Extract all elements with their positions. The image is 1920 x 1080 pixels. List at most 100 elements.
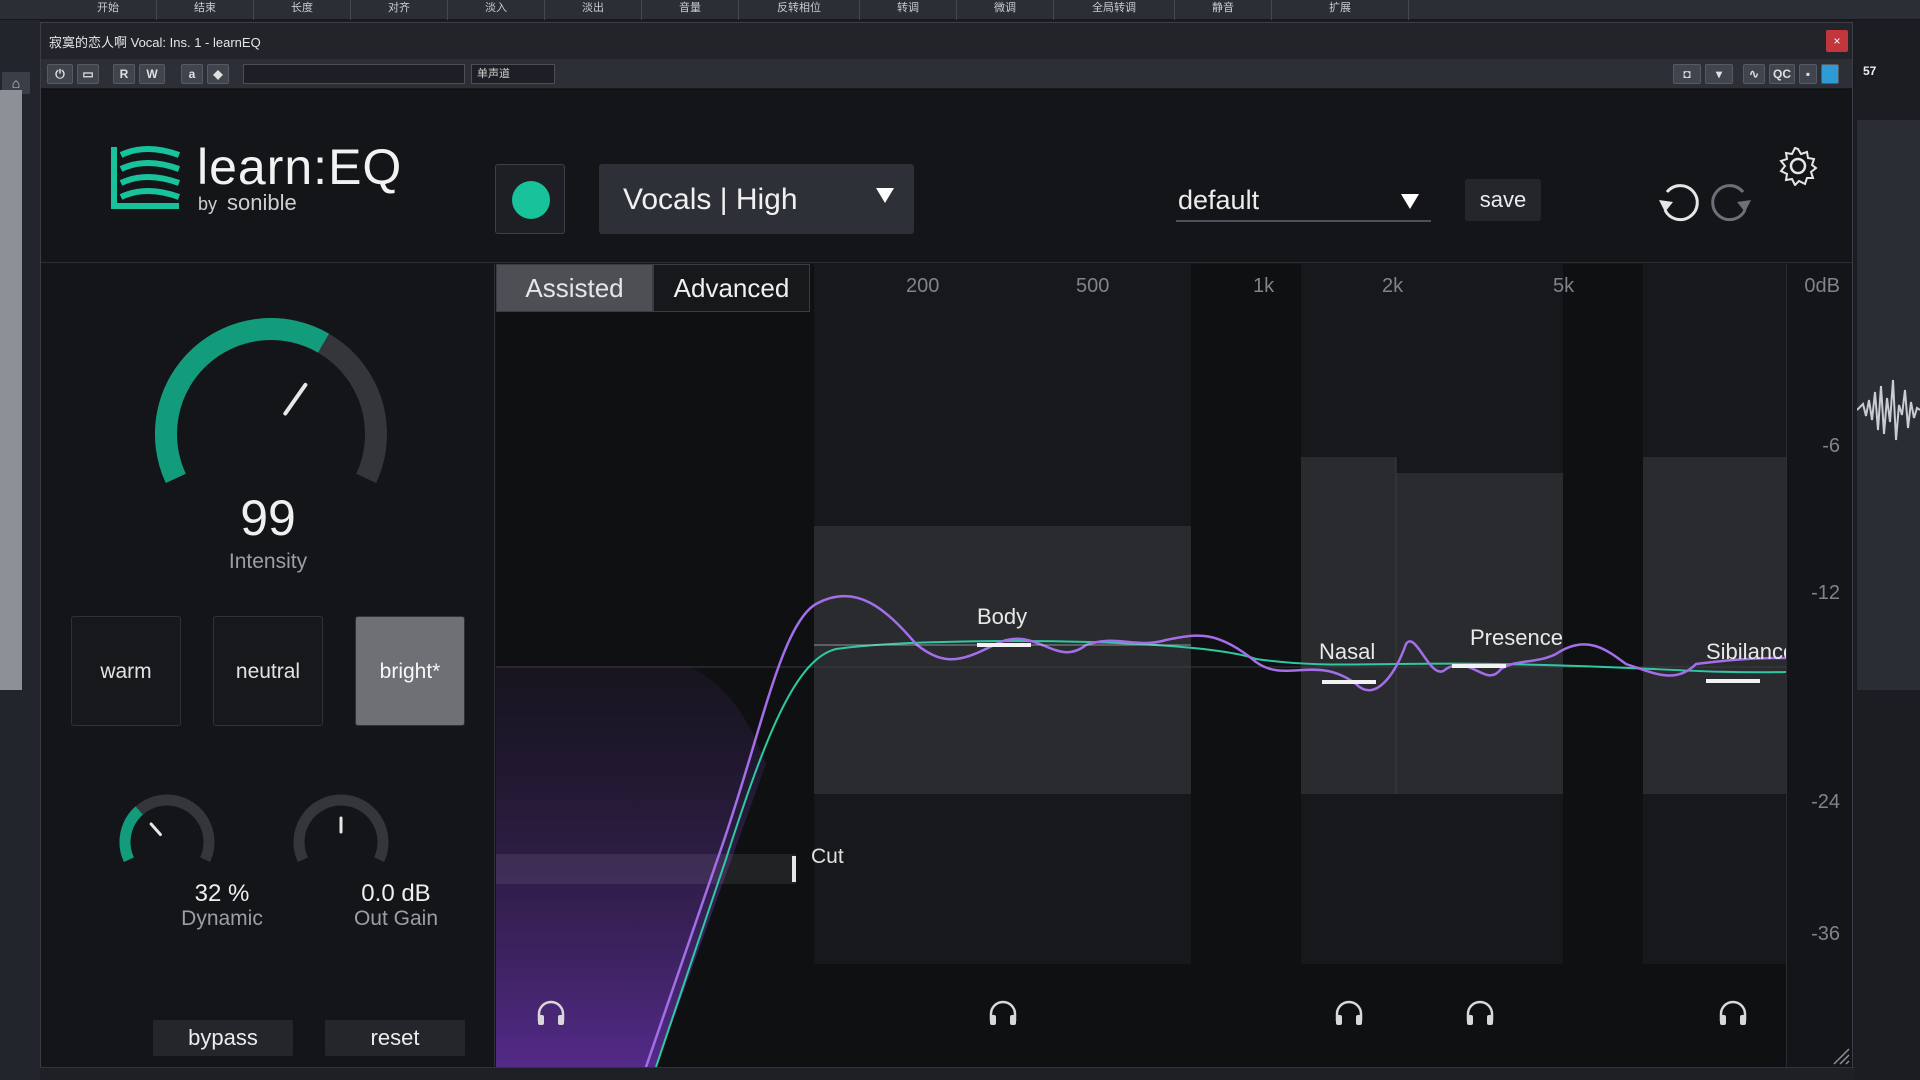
intensity-value: 99 xyxy=(240,490,296,546)
window-title: 寂寞的恋人啊 Vocal: Ins. 1 - learnEQ xyxy=(49,35,261,50)
cut-slider-handle[interactable] xyxy=(792,856,796,882)
profile-dropdown[interactable]: Vocals | High xyxy=(599,164,914,234)
daw-menu-start[interactable]: 开始 xyxy=(60,0,157,20)
dynamic-knob[interactable] xyxy=(107,784,227,874)
window-titlebar[interactable]: 寂寞的恋人啊 Vocal: Ins. 1 - learnEQ × xyxy=(41,23,1852,59)
db-label-36: -36 xyxy=(1811,923,1840,945)
preset-label: default xyxy=(1178,185,1260,215)
auto-button[interactable]: a xyxy=(181,64,203,84)
daw-right-panel: 57 xyxy=(1855,20,1920,1080)
out-gain-knob[interactable] xyxy=(281,784,401,874)
redo-icon[interactable] xyxy=(1707,178,1755,226)
daw-menu-end[interactable]: 结束 xyxy=(157,0,254,20)
daw-menu-mute[interactable]: 静音 xyxy=(1175,0,1272,20)
intensity-knob[interactable] xyxy=(141,314,401,504)
cut-label: Cut xyxy=(811,845,844,868)
style-bright-button[interactable]: bright* xyxy=(355,616,465,726)
settings-gear-icon[interactable] xyxy=(1778,146,1818,186)
dynamic-label: Dynamic xyxy=(181,907,263,930)
learneq-plugin: learn:EQ by sonible Vocals | High default… xyxy=(41,90,1852,1067)
write-automation-button[interactable]: W xyxy=(139,64,165,84)
style-neutral-button[interactable]: neutral xyxy=(213,616,323,726)
db-label-0: 0dB xyxy=(1804,275,1840,297)
lock-icon[interactable]: ▪ xyxy=(1799,64,1817,84)
db-label-12: -12 xyxy=(1811,582,1840,604)
daw-menu-fine-tune[interactable]: 微调 xyxy=(957,0,1054,20)
close-button[interactable]: × xyxy=(1826,30,1848,52)
qc-button[interactable]: QC xyxy=(1769,64,1795,84)
band-label-body: Body xyxy=(977,604,1028,629)
host-toolbar: ⏻ ▭ R W a ◆ 单声道 ◘ ▾ ∿ QC ▪ xyxy=(41,59,1852,89)
headphones-icon[interactable] xyxy=(1718,999,1748,1027)
compare-button[interactable]: ▭ xyxy=(77,64,99,84)
pulse-icon[interactable]: ∿ xyxy=(1743,64,1765,84)
freq-label-2k: 2k xyxy=(1382,275,1404,297)
save-button[interactable]: save xyxy=(1465,179,1541,221)
learn-record-button[interactable] xyxy=(495,164,565,234)
plugin-header: learn:EQ by sonible Vocals | High default… xyxy=(41,90,1852,263)
daw-menu-fade-out[interactable]: 淡出 xyxy=(545,0,642,20)
headphones-icon[interactable] xyxy=(1334,999,1364,1027)
logo-brand: sonible xyxy=(227,190,297,215)
daw-menu-length[interactable]: 长度 xyxy=(254,0,351,20)
band-label-sibilance: Sibilance xyxy=(1706,639,1786,664)
control-panel: 99 Intensity warm neutral bright* 32 % D… xyxy=(41,264,495,1067)
out-gain-value: 0.0 dB xyxy=(361,880,431,907)
side-chain-icon[interactable]: ◆ xyxy=(207,64,229,84)
tab-advanced[interactable]: Advanced xyxy=(653,264,810,312)
cut-slider-track[interactable] xyxy=(496,854,796,884)
dropdown-icon[interactable]: ▾ xyxy=(1705,64,1733,84)
headphones-icon[interactable] xyxy=(988,999,1018,1027)
nasal-handle[interactable] xyxy=(1322,680,1376,684)
nasal-gain-box[interactable] xyxy=(1301,457,1396,794)
headphones-icon[interactable] xyxy=(536,999,566,1027)
read-automation-button[interactable]: R xyxy=(113,64,135,84)
body-handle[interactable] xyxy=(977,643,1031,647)
record-dot-icon xyxy=(512,181,550,219)
band-label-presence: Presence xyxy=(1470,625,1563,650)
db-label-6: -6 xyxy=(1822,435,1840,457)
db-scale: 0dB -6 -12 -24 -36 xyxy=(1786,264,1852,1067)
plugin-window: 寂寞的恋人啊 Vocal: Ins. 1 - learnEQ × ⏻ ▭ R W… xyxy=(40,22,1853,1067)
dynamic-value: 32 % xyxy=(194,880,250,907)
daw-waveform xyxy=(1857,379,1920,441)
presence-handle[interactable] xyxy=(1452,664,1506,668)
preset-browser-field[interactable] xyxy=(243,64,465,84)
resize-handle-icon[interactable] xyxy=(1832,1047,1850,1065)
camera-icon[interactable]: ◘ xyxy=(1673,64,1701,84)
bypass-button[interactable]: bypass xyxy=(153,1020,293,1056)
logo-title: learn:EQ xyxy=(197,139,403,195)
daw-menu-invert-phase[interactable]: 反转相位 xyxy=(739,0,860,20)
eq-display[interactable]: Assisted Advanced 200 500 1k 2k 5k Body … xyxy=(496,264,1786,1067)
channel-mode-select[interactable]: 单声道 xyxy=(471,64,555,84)
db-label-24: -24 xyxy=(1811,791,1840,813)
daw-clip-toolbar: 开始 结束 长度 对齐 淡入 淡出 音量 反转相位 转调 微调 全局转调 静音 … xyxy=(0,0,1920,20)
out-gain-label: Out Gain xyxy=(353,907,439,930)
freq-label-5k: 5k xyxy=(1553,275,1575,297)
daw-counter: 57 xyxy=(1863,64,1877,78)
band-label-nasal: Nasal xyxy=(1319,639,1376,664)
eq-graph xyxy=(496,264,1786,1067)
daw-menu-fade-in[interactable]: 淡入 xyxy=(448,0,545,20)
sibilance-handle[interactable] xyxy=(1706,679,1760,683)
preset-dropdown[interactable]: default xyxy=(1176,182,1431,222)
sibilance-gain-box[interactable] xyxy=(1643,457,1786,794)
intensity-label: Intensity xyxy=(228,550,308,573)
style-warm-button[interactable]: warm xyxy=(71,616,181,726)
body-gain-box[interactable] xyxy=(814,526,1191,794)
logo-by: by xyxy=(198,194,218,214)
power-button[interactable]: ⏻ xyxy=(47,64,73,84)
tab-assisted[interactable]: Assisted xyxy=(496,264,653,312)
undo-icon[interactable] xyxy=(1655,178,1703,226)
daw-menu-snap[interactable]: 对齐 xyxy=(351,0,448,20)
triangle-down-icon xyxy=(1401,194,1419,209)
daw-menu-extend[interactable]: 扩展 xyxy=(1272,0,1409,20)
daw-menu-transpose[interactable]: 转调 xyxy=(860,0,957,20)
headphones-icon[interactable] xyxy=(1465,999,1495,1027)
daw-menu-volume[interactable]: 音量 xyxy=(642,0,739,20)
reset-button[interactable]: reset xyxy=(325,1020,465,1056)
status-indicator[interactable] xyxy=(1821,64,1839,84)
daw-menu-global-transpose[interactable]: 全局转调 xyxy=(1054,0,1175,20)
freq-label-500: 500 xyxy=(1076,275,1110,297)
profile-label: Vocals | High xyxy=(623,183,798,216)
